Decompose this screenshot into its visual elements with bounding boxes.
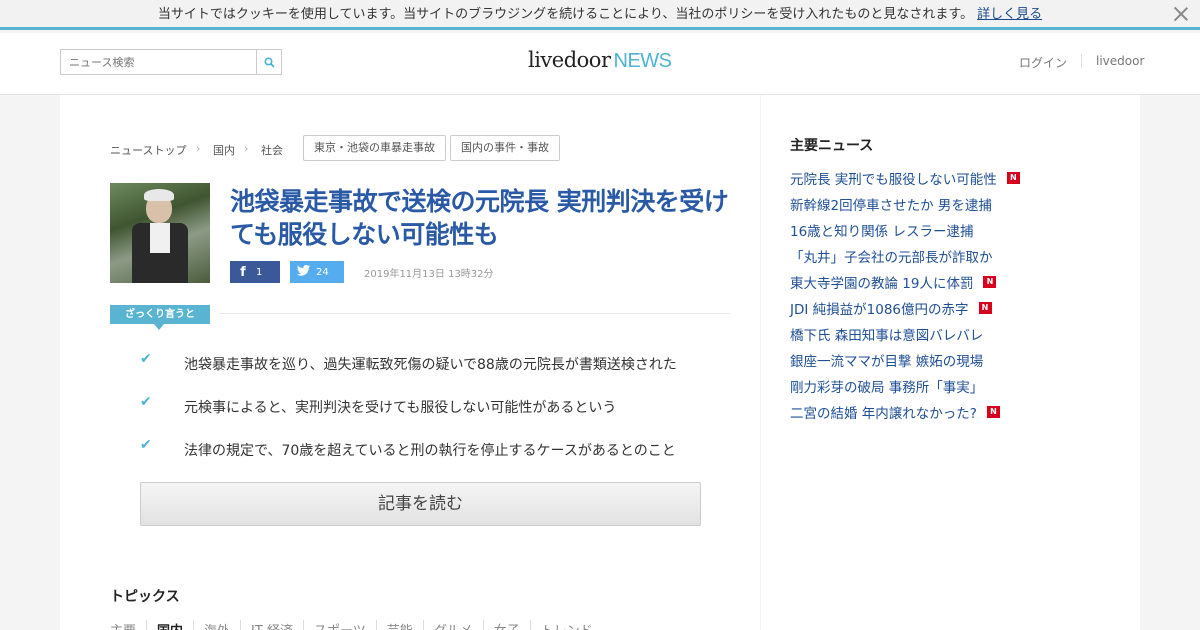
facebook-count: 1	[256, 266, 263, 278]
new-badge: N	[983, 276, 997, 288]
logo-news: NEWS	[613, 50, 673, 72]
cookie-message: 当サイトではクッキーを使用しています。当サイトのブラウジングを続けることにより、…	[157, 7, 974, 22]
news-link[interactable]: 剛力彩芽の破局 事務所「事実」	[790, 376, 983, 396]
search-input[interactable]	[61, 50, 257, 74]
facebook-share-button[interactable]: f 1	[230, 261, 280, 283]
topic-tab[interactable]: スポーツ	[302, 620, 376, 630]
news-link[interactable]: 元院長 実刑でも服役しない可能性	[790, 168, 997, 188]
new-badge: N	[986, 406, 1000, 418]
topic-tab[interactable]: 芸能	[375, 620, 423, 630]
tag-ikebukuro-accident[interactable]: 東京・池袋の車暴走事故	[303, 135, 446, 161]
facebook-icon: f	[240, 264, 246, 280]
news-item[interactable]: 剛力彩芽の破局 事務所「事実」	[790, 373, 1020, 399]
twitter-share-button[interactable]: 24	[290, 261, 344, 283]
news-link[interactable]: 16歳と知り関係 レスラー逮捕	[790, 220, 973, 240]
topic-tab[interactable]: IT 経済	[240, 620, 303, 630]
news-item[interactable]: 東大寺学園の教論 19人に体罰 N	[790, 269, 1020, 295]
news-item[interactable]: 橋下氏 森田知事は意図バレバレ	[790, 321, 1020, 347]
breadcrumb-society[interactable]: 社会	[261, 142, 283, 158]
news-link[interactable]: JDI 純損益が1086億円の赤字	[790, 298, 969, 318]
cookie-details-link[interactable]: 詳しく見る	[977, 7, 1042, 22]
site-logo[interactable]: livedoor NEWS	[528, 48, 672, 73]
breadcrumb-news-top[interactable]: ニューストップ	[110, 142, 186, 158]
topic-tab[interactable]: トレンド	[529, 620, 603, 630]
check-icon: ✔	[140, 351, 152, 367]
article-thumbnail[interactable]	[110, 183, 210, 283]
news-item[interactable]: JDI 純損益が1086億円の赤字 N	[790, 295, 1020, 321]
main-content: ニューストップ › 国内 › 社会 東京・池袋の車暴走事故 国内の事件・事故 池…	[60, 95, 760, 630]
search-icon	[263, 56, 275, 68]
news-link[interactable]: 橋下氏 森田知事は意図バレバレ	[790, 324, 983, 344]
topics-tabs: 主要国内海外IT 経済スポーツ芸能グルメ女子トレンド	[110, 620, 603, 630]
news-item[interactable]: 銀座一流ママが目撃 嫉妬の現場	[790, 347, 1020, 373]
login-link[interactable]: ログイン	[1019, 54, 1067, 71]
check-icon: ✔	[140, 394, 152, 410]
site-header: livedoorNEWS ログイン livedoor	[0, 33, 1200, 95]
breadcrumb-separator: ›	[244, 142, 249, 155]
major-news-heading: 主要ニュース	[790, 138, 874, 154]
twitter-count: 24	[316, 266, 329, 278]
news-link[interactable]: 東大寺学園の教論 19人に体罰	[790, 272, 973, 292]
new-badge: N	[978, 302, 992, 314]
livedoor-link[interactable]: livedoor	[1096, 54, 1144, 68]
news-item[interactable]: 「丸井」子会社の元部長が詐取か	[790, 243, 1020, 269]
new-badge: N	[1006, 172, 1020, 184]
publish-date: 2019年11月13日 13時32分	[364, 269, 494, 280]
summary-text: 池袋暴走事故を巡り、過失運転致死傷の疑いで88歳の元院長が書類送検された	[184, 357, 677, 373]
summary-divider	[220, 313, 730, 314]
twitter-icon	[290, 264, 316, 280]
topic-tab-active[interactable]: 国内	[146, 620, 193, 630]
topic-tab[interactable]: 海外	[193, 620, 240, 630]
header-divider	[1081, 54, 1082, 68]
article-title[interactable]: 池袋暴走事故で送検の元院長 実刑判決を受けても服役しない可能性も	[230, 185, 730, 251]
breadcrumb-separator: ›	[196, 142, 201, 155]
close-icon[interactable]	[1172, 5, 1190, 23]
news-item[interactable]: 16歳と知り関係 レスラー逮捕	[790, 217, 1020, 243]
search-button[interactable]	[257, 50, 281, 74]
news-item[interactable]: 新幹線2回停車させたか 男を逮捕	[790, 191, 1020, 217]
search-form	[60, 49, 282, 75]
summary-text: 元検事によると、実刑判決を受けても服役しない可能性があるという	[184, 400, 617, 416]
topic-tab[interactable]: 主要	[110, 620, 146, 630]
news-item[interactable]: 二宮の結婚 年内譲れなかった? N	[790, 399, 1020, 425]
breadcrumb-domestic[interactable]: 国内	[213, 142, 235, 158]
check-icon: ✔	[140, 437, 152, 453]
news-item[interactable]: 元院長 実刑でも服役しない可能性 N	[790, 165, 1020, 191]
topic-tab[interactable]: 女子	[482, 620, 530, 630]
summary-text: 法律の規定で、70歳を超えていると刑の執行を停止するケースがあるとのこと	[184, 443, 676, 459]
sidebar: 主要ニュース 元院長 実刑でも服役しない可能性 N 新幹線2回停車させたか 男を逮…	[761, 95, 1140, 630]
cookie-banner: 当サイトではクッキーを使用しています。当サイトのブラウジングを続けることにより、…	[0, 0, 1200, 30]
logo-word: livedoor	[528, 48, 611, 72]
topic-tab[interactable]: グルメ	[422, 620, 483, 630]
news-link[interactable]: 二宮の結婚 年内譲れなかった?	[790, 402, 977, 422]
news-link[interactable]: 新幹線2回停車させたか 男を逮捕	[790, 194, 992, 214]
major-news-list: 元院長 実刑でも服役しない可能性 N 新幹線2回停車させたか 男を逮捕 16歳と知…	[790, 165, 1020, 425]
read-article-button[interactable]: 記事を読む	[140, 482, 701, 526]
news-link[interactable]: 「丸井」子会社の元部長が詐取か	[790, 246, 993, 266]
topics-heading: トピックス	[110, 589, 180, 605]
news-link[interactable]: 銀座一流ママが目撃 嫉妬の現場	[790, 350, 983, 370]
summary-label: ざっくり言うと	[110, 305, 210, 330]
tag-domestic-incidents[interactable]: 国内の事件・事故	[450, 135, 560, 161]
